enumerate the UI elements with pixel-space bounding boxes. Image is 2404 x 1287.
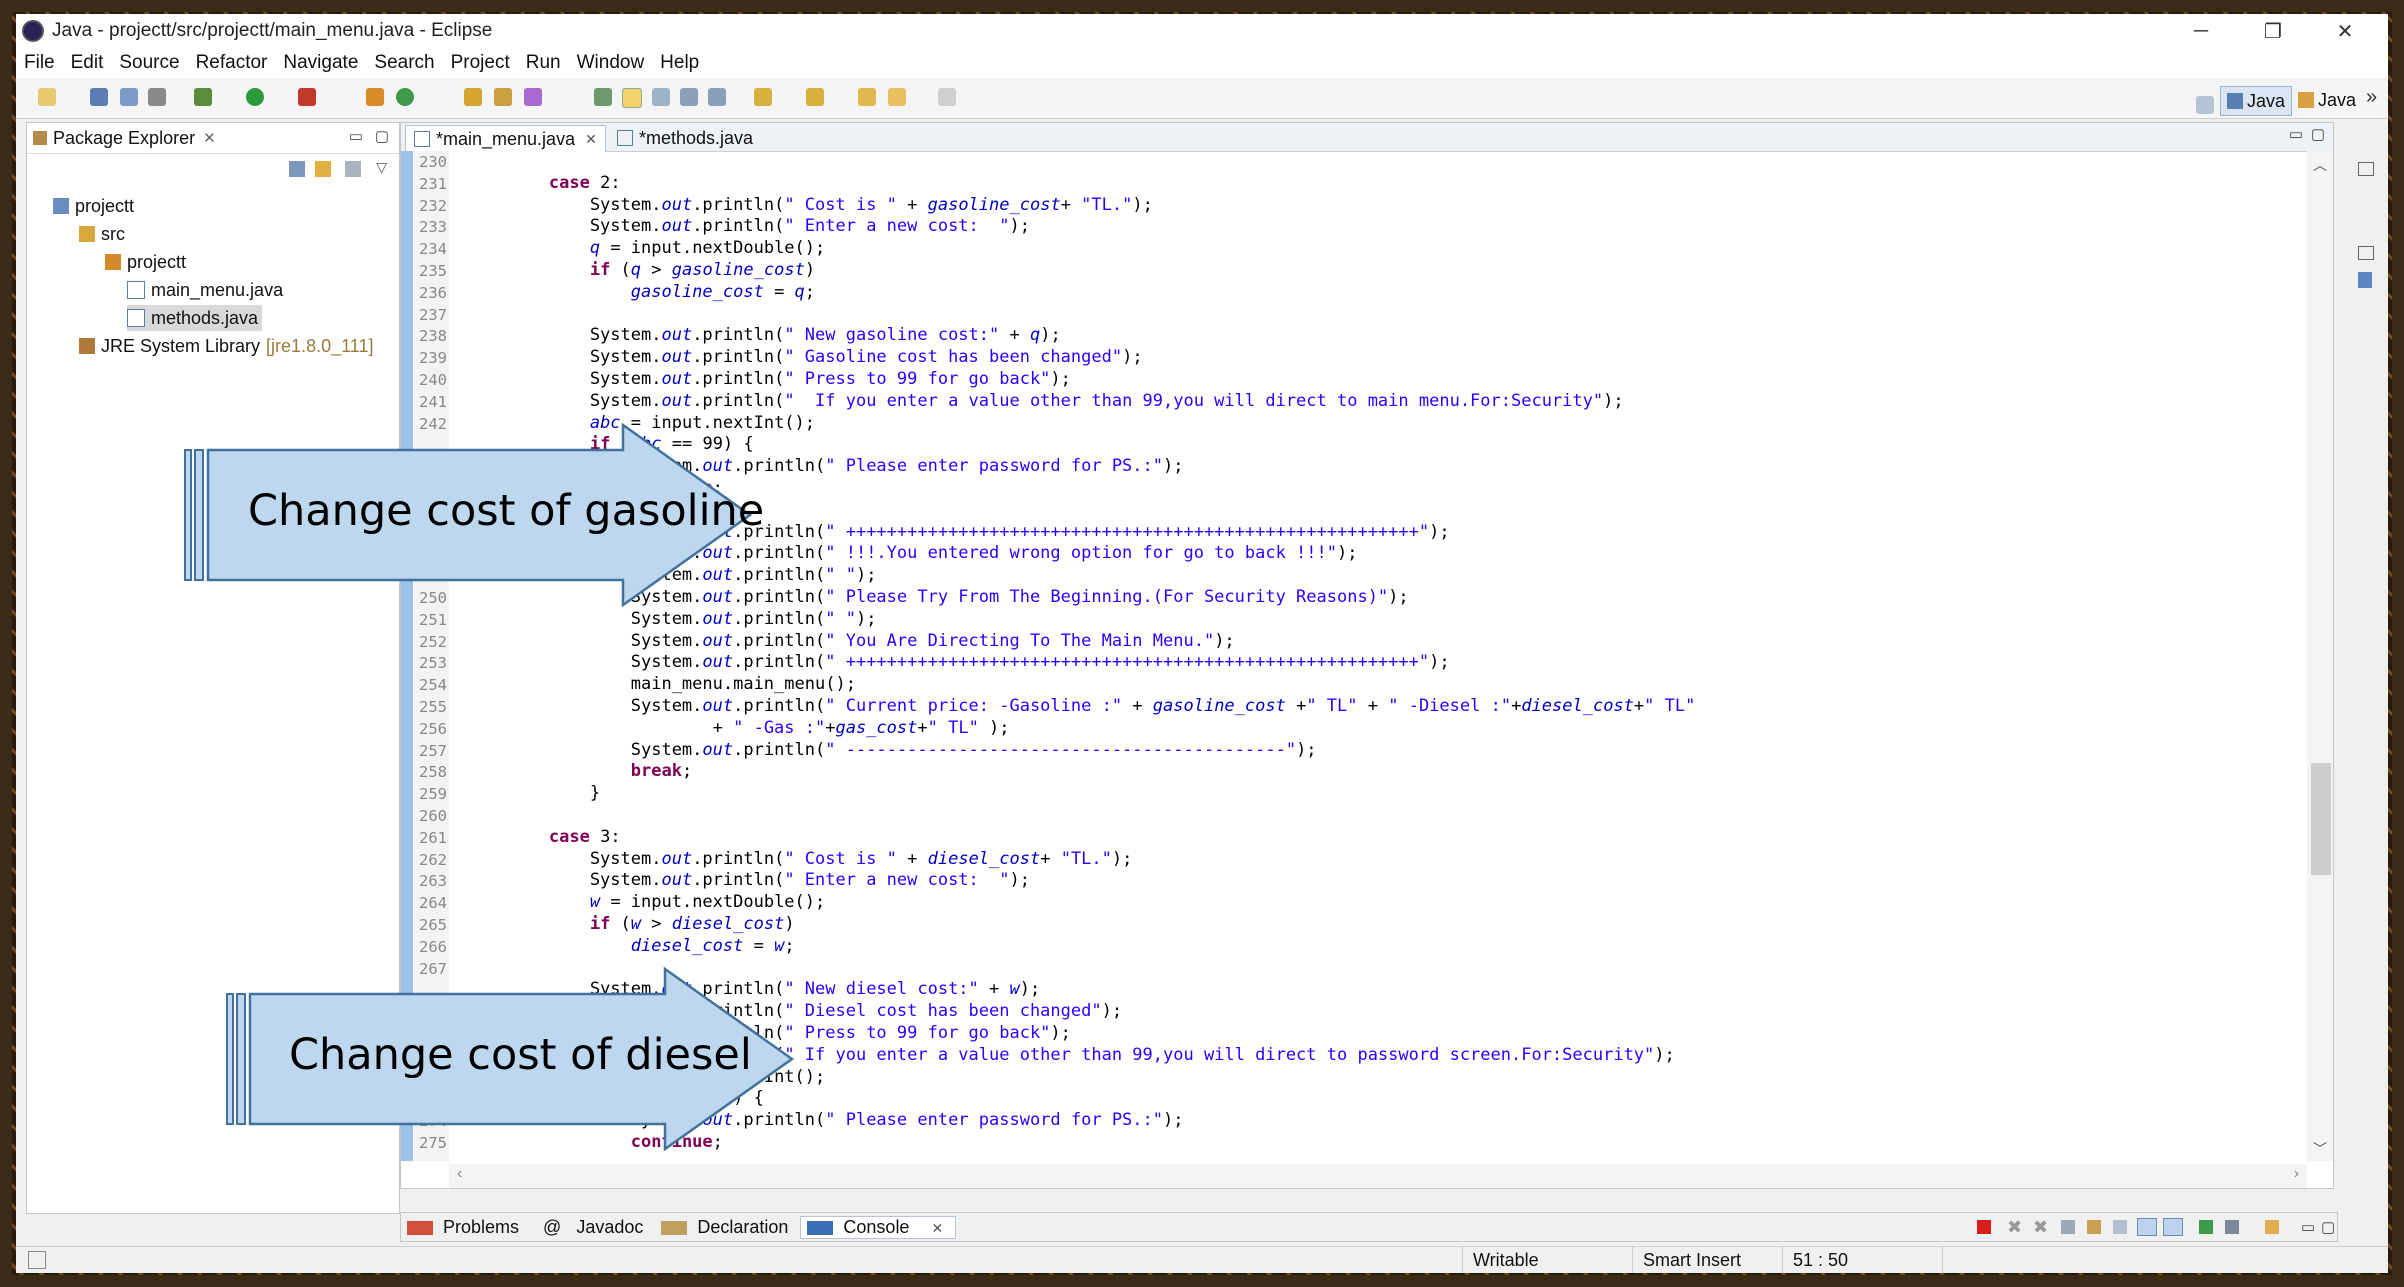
eclipse-window: Java - projectt/src/projectt/main_menu.j… [16,14,2388,1273]
callout-overlay [184,422,795,1152]
console-icon [807,1220,834,1235]
tab-console[interactable]: Console ✕ [800,1215,957,1239]
status-bar: Writable Smart Insert 51 : 50 [16,1246,2388,1273]
fast-view-icon[interactable] [28,1251,46,1269]
maximize-view-icon[interactable]: ▢ [2315,1218,2341,1236]
problems-icon [407,1220,433,1235]
tab-problems[interactable]: Problems [401,1217,531,1238]
remove-launch-icon[interactable]: ✖ [2001,1217,2028,1238]
terminate-icon[interactable] [1977,1220,1991,1234]
status-cursor-position: 51 : 50 [1782,1247,1913,1273]
close-tab-icon[interactable]: ✕ [925,1220,949,1236]
status-empty [1942,1247,2073,1273]
javadoc-icon: @ [543,1216,562,1237]
show-console-stderr-icon[interactable] [2163,1218,2183,1236]
tab-declaration[interactable]: Declaration [655,1217,800,1238]
open-console-icon[interactable] [2265,1220,2279,1234]
display-console-icon[interactable] [2225,1220,2239,1234]
show-console-stdout-icon[interactable] [2137,1218,2157,1236]
status-insert-mode: Smart Insert [1632,1247,1803,1273]
remove-all-icon[interactable]: ✖ [2027,1217,2054,1238]
diesel-callout-label: Change cost of diesel [289,1030,752,1080]
bottom-panel-tabs: Problems @ Javadoc Declaration Console ✕ ✖… [400,1212,2338,1242]
word-wrap-icon[interactable] [2113,1220,2127,1234]
tab-javadoc[interactable]: @ Javadoc [531,1217,655,1238]
scroll-lock-icon[interactable] [2087,1220,2101,1234]
status-writable: Writable [1462,1247,1633,1273]
pin-console-icon[interactable] [2199,1220,2213,1234]
clear-console-icon[interactable] [2061,1220,2075,1234]
declaration-icon [661,1220,688,1235]
gasoline-callout-label: Change cost of gasoline [248,486,765,536]
